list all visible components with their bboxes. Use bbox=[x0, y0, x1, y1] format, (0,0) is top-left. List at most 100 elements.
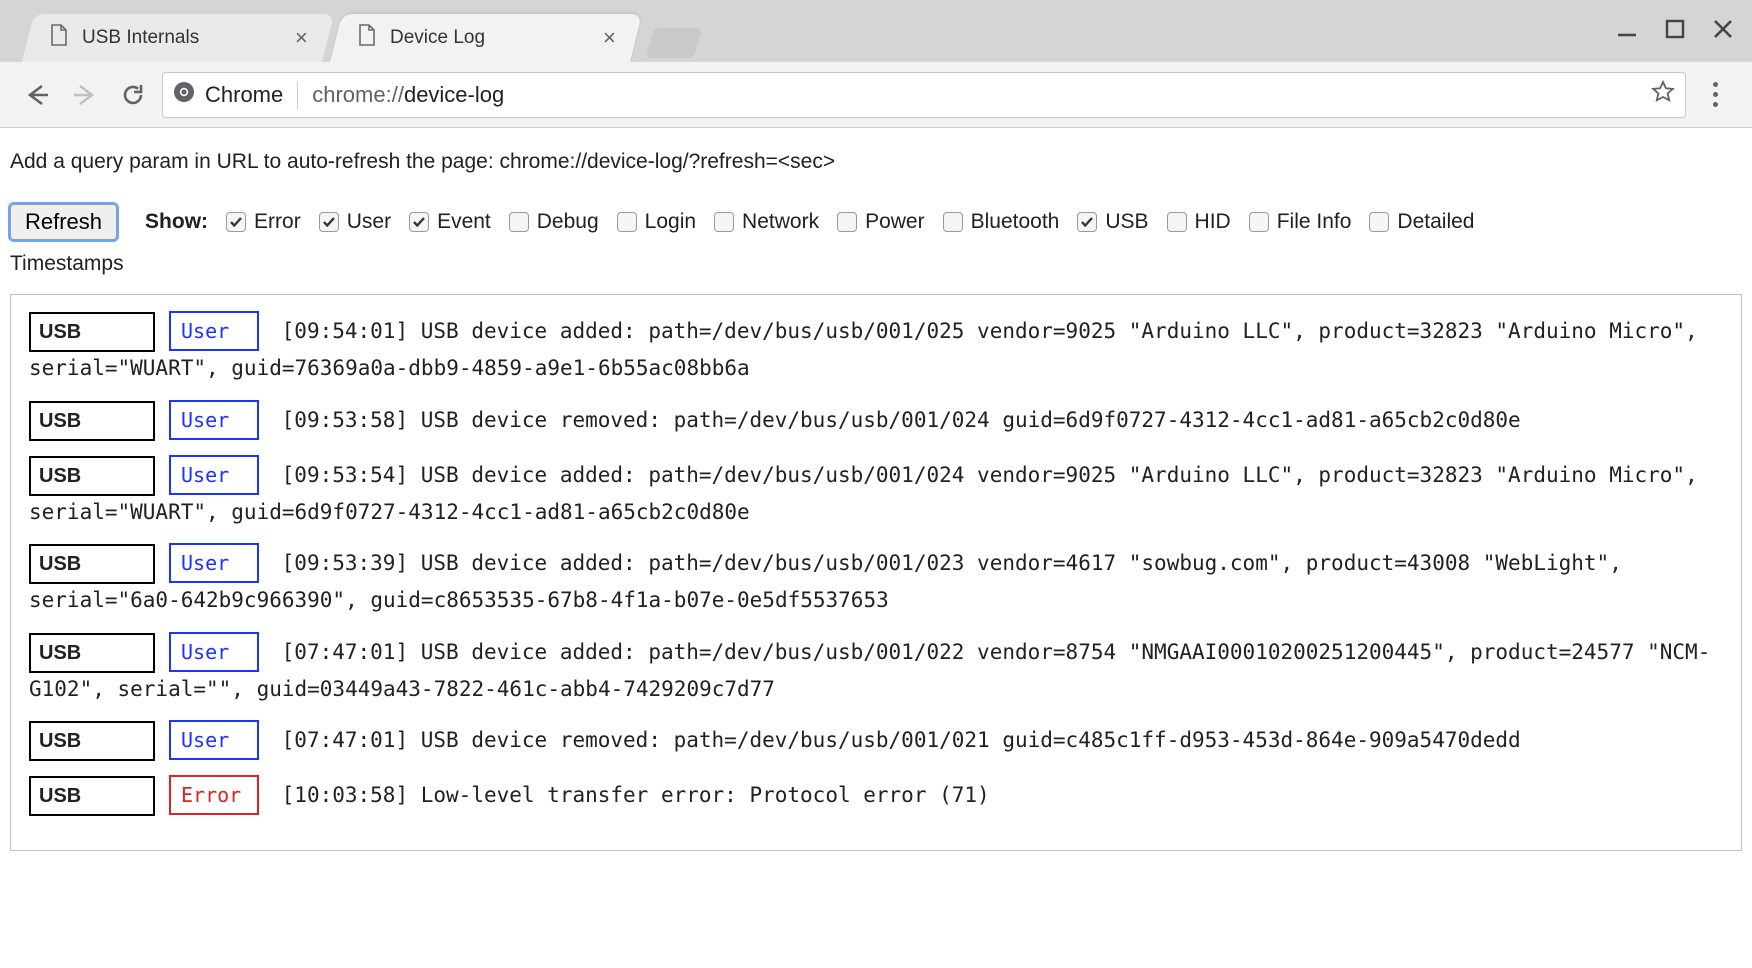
log-type-badge: USB bbox=[29, 456, 155, 496]
chrome-chip-label: Chrome bbox=[205, 82, 283, 108]
filter-label: Power bbox=[865, 210, 925, 234]
log-timestamp: [07:47:01] bbox=[282, 728, 408, 752]
filter-label: HID bbox=[1195, 210, 1231, 234]
filter-label: Event bbox=[437, 210, 491, 234]
checkbox-icon bbox=[226, 212, 246, 232]
log-entry: USB User [09:54:01] USB device added: pat… bbox=[29, 311, 1723, 386]
log-entry: USB User [09:53:39] USB device added: pat… bbox=[29, 543, 1723, 618]
tab-usb-internals[interactable]: USB Internals × bbox=[22, 14, 334, 62]
log-timestamp: [09:53:58] bbox=[282, 408, 408, 432]
filter-detailed[interactable]: Detailed bbox=[1369, 210, 1474, 234]
filter-label: User bbox=[347, 210, 391, 234]
timestamps-label: Timestamps bbox=[10, 252, 1742, 276]
filter-login[interactable]: Login bbox=[617, 210, 696, 234]
log-entry: USB User [07:47:01] USB device removed: p… bbox=[29, 720, 1723, 761]
chrome-chip: Chrome bbox=[173, 81, 298, 109]
checkbox-icon bbox=[617, 212, 637, 232]
page-icon bbox=[50, 24, 68, 52]
browser-menu-button[interactable] bbox=[1696, 76, 1734, 114]
log-level-badge: Error bbox=[169, 775, 259, 815]
log-level-badge: User bbox=[169, 311, 259, 351]
filter-error[interactable]: Error bbox=[226, 210, 301, 234]
filter-hid[interactable]: HID bbox=[1167, 210, 1231, 234]
log-message: Low-level transfer error: Protocol error… bbox=[421, 783, 990, 807]
log-level-badge: User bbox=[169, 543, 259, 583]
filter-network[interactable]: Network bbox=[714, 210, 819, 234]
browser-toolbar: Chrome chrome://device-log bbox=[0, 62, 1752, 128]
filter-event[interactable]: Event bbox=[409, 210, 491, 234]
filter-usb[interactable]: USB bbox=[1077, 210, 1148, 234]
new-tab-button[interactable] bbox=[646, 28, 703, 58]
log-message: USB device removed: path=/dev/bus/usb/00… bbox=[421, 728, 1521, 752]
checkbox-icon bbox=[409, 212, 429, 232]
log-level-badge: User bbox=[169, 632, 259, 672]
filter-label: Network bbox=[742, 210, 819, 234]
show-label: Show: bbox=[145, 210, 208, 234]
menu-dots-icon bbox=[1713, 82, 1718, 107]
checkbox-icon bbox=[837, 212, 857, 232]
maximize-icon[interactable] bbox=[1664, 18, 1686, 40]
checkbox-icon bbox=[1077, 212, 1097, 232]
checkbox-icon bbox=[714, 212, 734, 232]
window-titlebar: USB Internals × Device Log × bbox=[0, 0, 1752, 62]
log-timestamp: [09:54:01] bbox=[282, 319, 408, 343]
filter-file-info[interactable]: File Info bbox=[1249, 210, 1352, 234]
reload-button[interactable] bbox=[114, 76, 152, 114]
checkbox-icon bbox=[1369, 212, 1389, 232]
log-level-badge: User bbox=[169, 720, 259, 760]
log-message: USB device added: path=/dev/bus/usb/001/… bbox=[29, 463, 1698, 524]
log-entry: USBUser [07:47:01] USB device added: pat… bbox=[29, 632, 1723, 707]
log-message: USB device added: path=/dev/bus/usb/001/… bbox=[29, 319, 1698, 380]
log-entry: USB Error [10:03:58] Low-level transfer e… bbox=[29, 775, 1723, 816]
address-bar[interactable]: Chrome chrome://device-log bbox=[162, 72, 1686, 118]
filter-label: Error bbox=[254, 210, 301, 234]
chrome-icon bbox=[173, 81, 195, 109]
refresh-button[interactable]: Refresh bbox=[10, 204, 117, 240]
close-icon[interactable] bbox=[1712, 18, 1734, 40]
filter-label: File Info bbox=[1277, 210, 1352, 234]
filter-bluetooth[interactable]: Bluetooth bbox=[943, 210, 1060, 234]
page-content: Add a query param in URL to auto-refresh… bbox=[0, 128, 1752, 875]
tab-close-icon[interactable]: × bbox=[289, 21, 314, 55]
bookmark-star-icon[interactable] bbox=[1651, 80, 1675, 110]
page-icon bbox=[358, 24, 376, 52]
filter-power[interactable]: Power bbox=[837, 210, 925, 234]
forward-button[interactable] bbox=[66, 76, 104, 114]
log-type-badge: USB bbox=[29, 776, 155, 816]
back-button[interactable] bbox=[18, 76, 56, 114]
checkbox-icon bbox=[319, 212, 339, 232]
log-timestamp: [09:53:54] bbox=[282, 463, 408, 487]
log-message: USB device removed: path=/dev/bus/usb/00… bbox=[421, 408, 1521, 432]
log-level-badge: User bbox=[169, 455, 259, 495]
filter-label: USB bbox=[1105, 210, 1148, 234]
log-entries: USB User [09:54:01] USB device added: pat… bbox=[10, 294, 1742, 851]
tab-device-log[interactable]: Device Log × bbox=[330, 14, 642, 62]
filter-user[interactable]: User bbox=[319, 210, 391, 234]
omnibox-url: chrome://device-log bbox=[312, 82, 504, 108]
filter-label: Login bbox=[645, 210, 696, 234]
filter-label: Bluetooth bbox=[971, 210, 1060, 234]
tab-title: USB Internals bbox=[82, 27, 199, 49]
log-entry: USB User [09:53:54] USB device added: pat… bbox=[29, 455, 1723, 530]
window-controls bbox=[1616, 18, 1734, 40]
filter-label: Detailed bbox=[1397, 210, 1474, 234]
log-type-badge: USB bbox=[29, 544, 155, 584]
log-entry: USB User [09:53:58] USB device removed: p… bbox=[29, 400, 1723, 441]
auto-refresh-hint: Add a query param in URL to auto-refresh… bbox=[10, 150, 1742, 174]
tab-close-icon[interactable]: × bbox=[597, 21, 622, 55]
log-timestamp: [09:53:39] bbox=[282, 551, 408, 575]
log-type-badge: USB bbox=[29, 312, 155, 352]
filter-debug[interactable]: Debug bbox=[509, 210, 599, 234]
log-type-badge: USB bbox=[29, 721, 155, 761]
log-timestamp: [10:03:58] bbox=[282, 783, 408, 807]
tab-title: Device Log bbox=[390, 27, 485, 49]
log-level-badge: User bbox=[169, 400, 259, 440]
log-type-badge: USB bbox=[29, 633, 155, 673]
minimize-icon[interactable] bbox=[1616, 18, 1638, 40]
filter-label: Debug bbox=[537, 210, 599, 234]
checkbox-icon bbox=[509, 212, 529, 232]
log-message: USB device added: path=/dev/bus/usb/001/… bbox=[29, 551, 1622, 612]
checkbox-icon bbox=[1249, 212, 1269, 232]
tab-strip: USB Internals × Device Log × bbox=[28, 0, 698, 62]
log-type-badge: USB bbox=[29, 401, 155, 441]
